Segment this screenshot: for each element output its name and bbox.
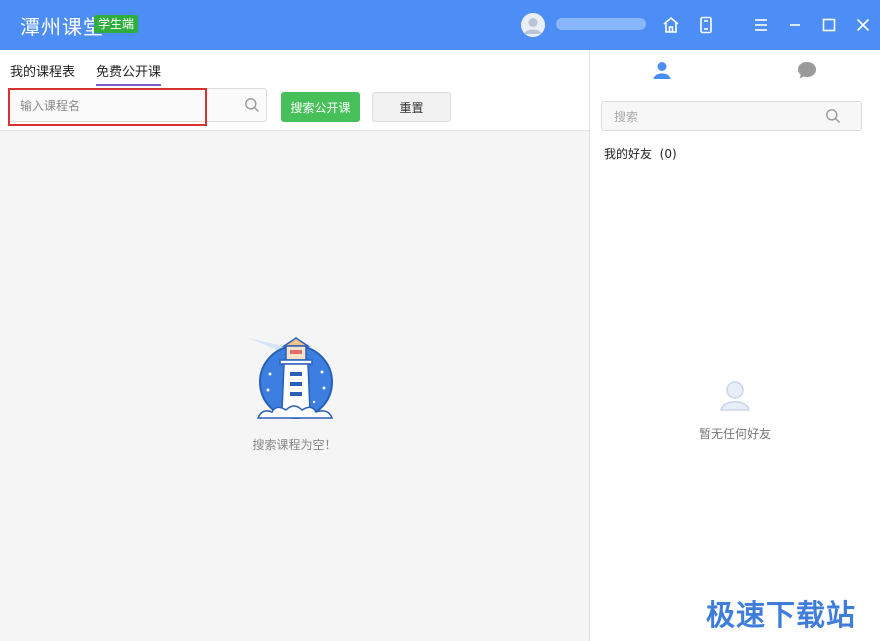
mobile-icon[interactable]: [696, 15, 716, 35]
contacts-tab-icon[interactable]: [652, 60, 672, 84]
app-title: 潭州课堂: [20, 15, 104, 39]
app-badge: 学生端: [94, 15, 139, 33]
friends-count: (0): [659, 147, 677, 161]
friend-search-box: [601, 101, 862, 132]
tab-my-schedule[interactable]: 我的课程表: [10, 61, 75, 80]
search-courses-button[interactable]: 搜索公开课: [281, 92, 360, 122]
close-icon[interactable]: [853, 15, 873, 35]
friends-title: 我的好友: [604, 147, 653, 161]
empty-courses-text: 搜索课程为空！: [252, 438, 337, 452]
avatar[interactable]: [521, 13, 545, 37]
maximize-icon[interactable]: [819, 15, 839, 35]
course-pane: 我的课程表 免费公开课 搜索公开课 重置: [0, 50, 589, 641]
search-icon[interactable]: [244, 97, 260, 117]
course-search-input[interactable]: [9, 89, 252, 123]
tab-free-courses[interactable]: 免费公开课: [96, 61, 161, 80]
minimize-icon[interactable]: [785, 15, 805, 35]
empty-friends-text: 暂无任何好友: [698, 427, 771, 441]
course-search-box: [8, 88, 267, 123]
friends-list-header[interactable]: 我的好友 (0): [604, 145, 677, 162]
empty-friend-icon: [717, 377, 753, 417]
lighthouse-illustration: [244, 336, 336, 426]
friend-search-input[interactable]: [602, 102, 836, 132]
course-toolbar: 我的课程表 免费公开课 搜索公开课 重置: [0, 50, 589, 131]
home-icon[interactable]: [661, 15, 681, 35]
watermark-text: 极速下载站: [706, 598, 857, 632]
menu-icon[interactable]: [751, 15, 771, 35]
chat-tab-icon[interactable]: [797, 60, 817, 84]
active-tab-indicator: [96, 84, 161, 86]
reset-button[interactable]: 重置: [372, 92, 451, 122]
title-bar: 潭州课堂 学生端: [0, 0, 880, 50]
search-icon[interactable]: [825, 108, 841, 128]
friends-pane: 我的好友 (0) 暂无任何好友: [589, 50, 880, 641]
username[interactable]: [556, 18, 646, 30]
